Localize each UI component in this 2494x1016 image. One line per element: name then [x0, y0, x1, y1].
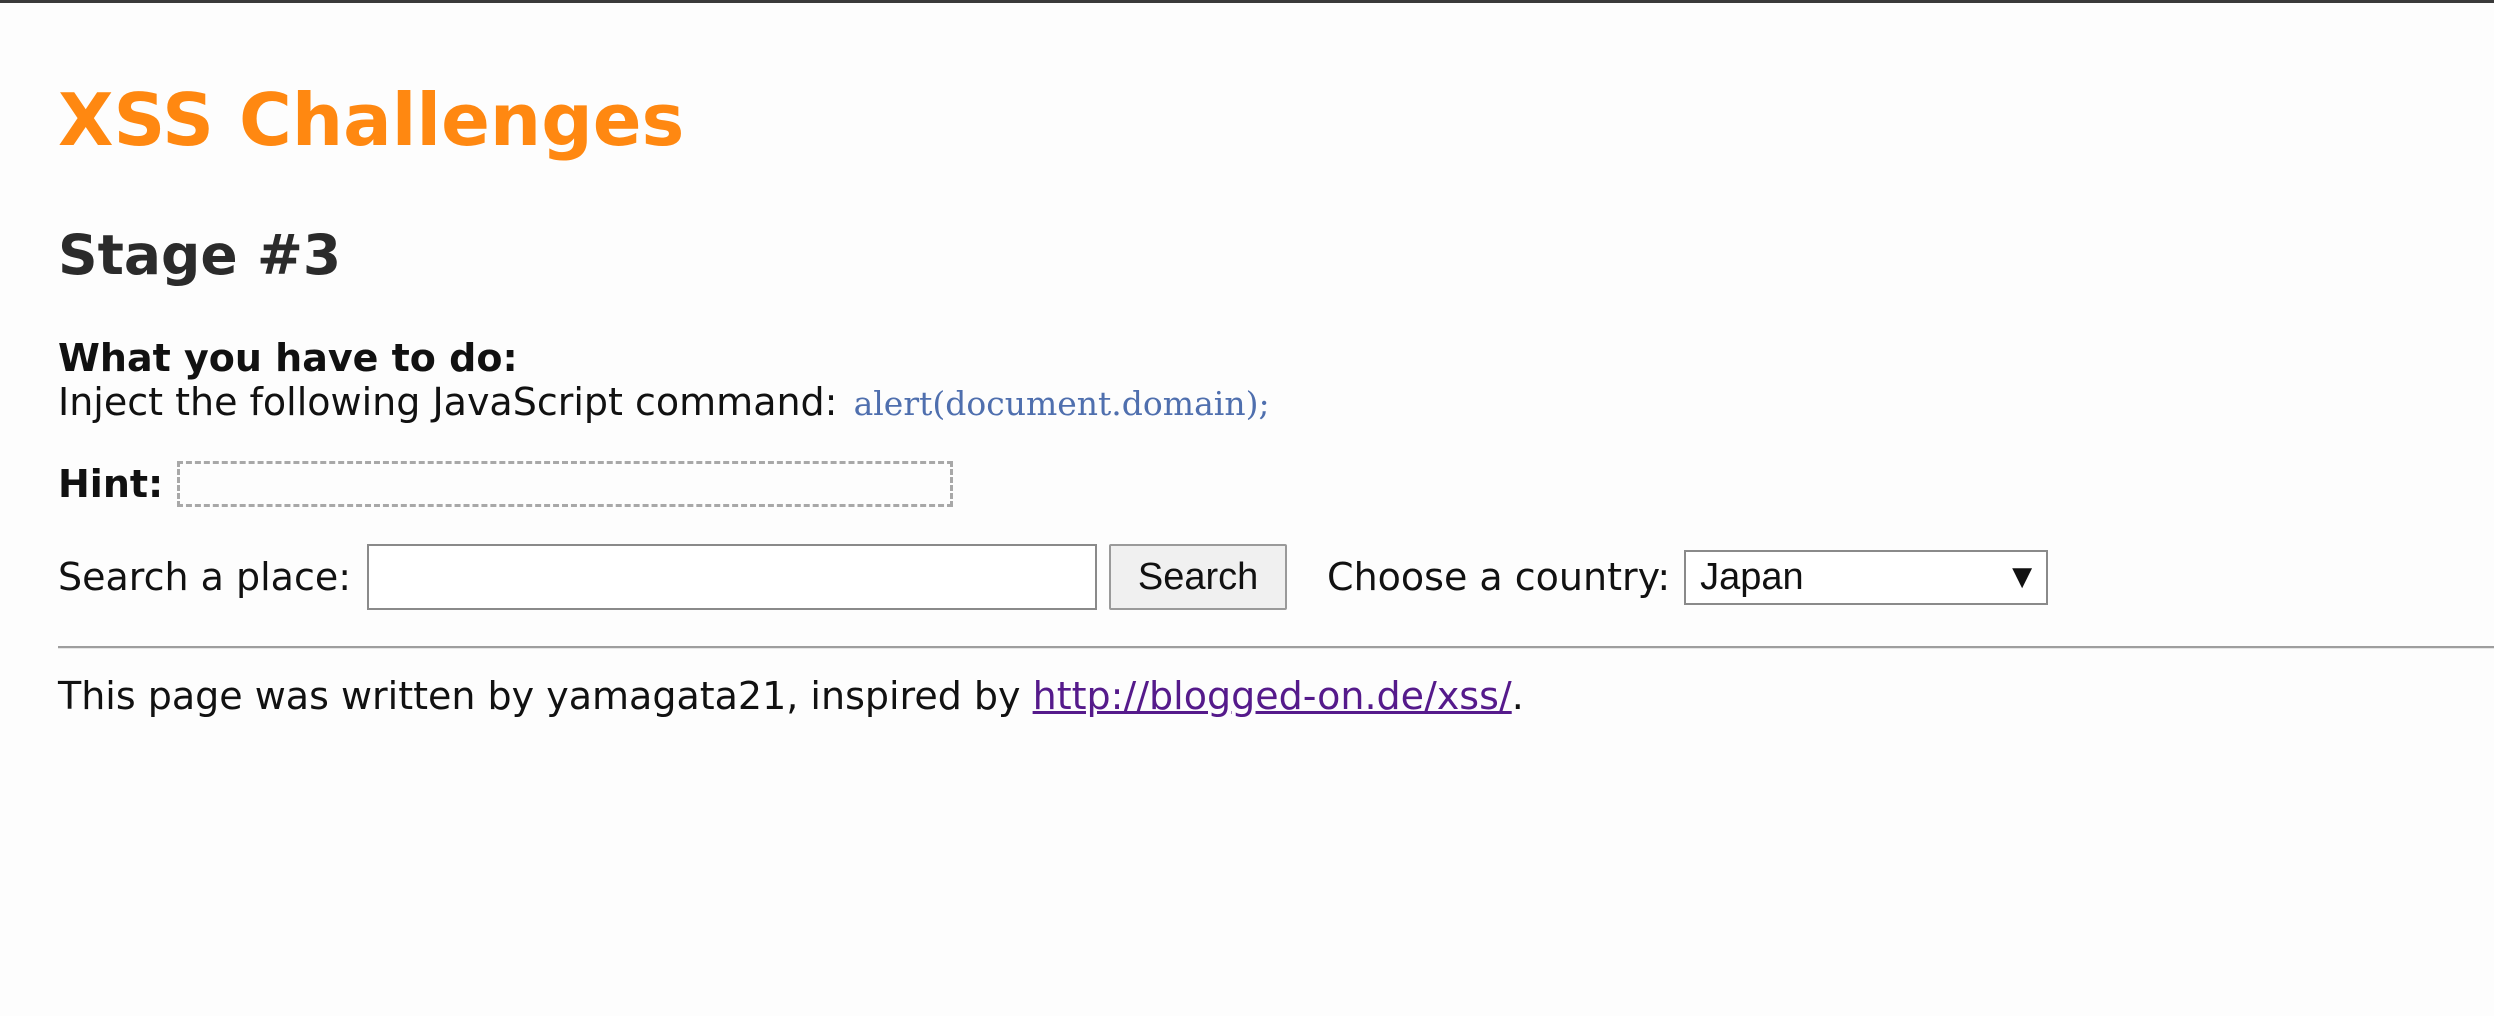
chevron-down-icon: ▼: [2012, 562, 2033, 592]
footer-credit: This page was written by yamagata21, ins…: [58, 677, 1524, 715]
task-command: alert(document.domain);: [853, 384, 1270, 423]
footer-text-after: .: [1511, 674, 1524, 718]
task-heading: What you have to do:: [58, 336, 518, 380]
hint-row: Hint:: [58, 458, 954, 510]
search-form: Search a place: Search Choose a country:…: [58, 544, 2049, 610]
footer-divider: [58, 646, 2494, 649]
top-border: [0, 0, 2494, 3]
footer-link[interactable]: http://blogged-on.de/xss/: [1033, 674, 1512, 718]
task-instruction: Inject the following JavaScript command:…: [58, 383, 1270, 421]
search-input[interactable]: [367, 544, 1098, 610]
stage-title: Stage #3: [58, 223, 342, 287]
hint-label: Hint:: [58, 462, 164, 506]
country-selected-value: Japan: [1700, 555, 1804, 598]
search-label: Search a place:: [58, 555, 352, 599]
country-label: Choose a country:: [1327, 555, 1671, 599]
hint-box: [177, 461, 954, 507]
site-title: XSS Challenges: [58, 78, 685, 162]
footer-text-before: This page was written by yamagata21, ins…: [58, 674, 1033, 718]
task-instruction-text: Inject the following JavaScript command:: [58, 380, 838, 424]
country-select[interactable]: Japan ▼: [1684, 549, 2049, 605]
search-button[interactable]: Search: [1109, 544, 1288, 610]
